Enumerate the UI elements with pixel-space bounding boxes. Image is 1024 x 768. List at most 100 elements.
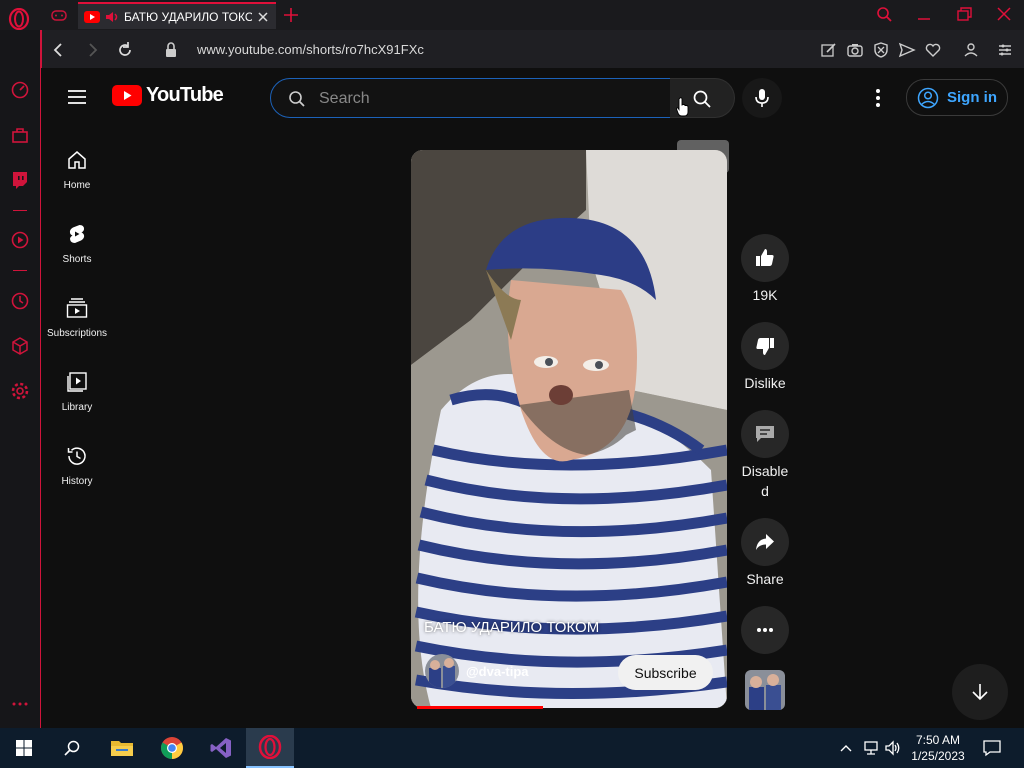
taskbar-clock[interactable]: 7:50 AM 1/25/2023 (906, 732, 970, 764)
history-clock-icon[interactable] (10, 291, 30, 311)
microphone-icon (755, 89, 769, 107)
close-window-button[interactable] (993, 5, 1015, 25)
speed-dial-icon[interactable] (10, 80, 30, 100)
thumbs-down-icon (756, 338, 774, 355)
search-button[interactable] (670, 78, 735, 118)
search-icon (693, 90, 711, 108)
more-options-button[interactable] (866, 86, 890, 110)
visual-studio-icon (210, 738, 231, 758)
subscriptions-icon (66, 298, 88, 318)
tab-youtube[interactable]: БАТЮ УДАРИЛО ТОКОМ (78, 2, 276, 29)
history-icon (67, 447, 86, 465)
opera-icon (258, 735, 282, 759)
sign-in-label: Sign in (947, 89, 997, 106)
more-dots-icon[interactable] (10, 699, 30, 709)
nav-label: Home (63, 180, 91, 191)
nav-label: Library (61, 402, 93, 413)
hand-cursor-icon (676, 97, 689, 117)
opera-app[interactable] (246, 728, 294, 768)
player-icon[interactable] (10, 230, 30, 250)
video-progress-bar[interactable] (417, 706, 543, 709)
new-tab-button[interactable] (281, 5, 301, 25)
sidebar-separator (13, 270, 27, 271)
youtube-logo-text: YouTube (146, 84, 224, 106)
heart-icon[interactable] (924, 41, 942, 59)
restore-button[interactable] (953, 5, 975, 25)
clock-date: 1/25/2023 (911, 749, 965, 763)
folder-icon (111, 741, 133, 756)
show-hidden-icons-chevron-icon[interactable] (838, 740, 854, 756)
nav-home[interactable]: Home (42, 144, 112, 210)
youtube-logo[interactable]: YouTube (112, 84, 224, 107)
camera-icon[interactable] (846, 41, 864, 59)
back-icon[interactable] (50, 41, 68, 59)
voice-search-button[interactable] (742, 78, 782, 118)
network-icon[interactable] (862, 739, 880, 757)
adblock-icon[interactable] (872, 41, 890, 59)
like-button[interactable] (741, 234, 789, 282)
nav-shorts[interactable]: Shorts (42, 218, 112, 284)
start-button[interactable] (0, 728, 48, 768)
shopping-icon[interactable] (10, 125, 30, 145)
subscribe-button[interactable]: Subscribe (618, 655, 713, 690)
send-icon[interactable] (898, 41, 916, 59)
hamburger-menu-icon[interactable] (66, 86, 88, 108)
forward-icon[interactable] (83, 41, 101, 59)
youtube-play-icon (112, 85, 142, 106)
address-bar[interactable]: www.youtube.com/shorts/ro7hcX91FXc (197, 42, 424, 57)
library-icon (67, 372, 87, 392)
nav-history[interactable]: History (42, 440, 112, 506)
nav-library[interactable]: Library (42, 366, 112, 432)
share-label: Share (746, 571, 784, 587)
channel-name[interactable]: @dva-tipa (466, 664, 529, 679)
edit-icon[interactable] (820, 41, 838, 59)
notifications-icon[interactable] (982, 738, 1002, 758)
arrow-down-icon (972, 684, 988, 701)
reload-icon[interactable] (116, 41, 134, 59)
search-box[interactable] (270, 78, 671, 118)
taskbar-search-button[interactable] (48, 728, 96, 768)
share-arrow-icon (756, 534, 774, 550)
nav-label: Subscriptions (46, 328, 108, 339)
file-explorer-app[interactable] (98, 728, 146, 768)
close-tab-icon[interactable] (257, 11, 269, 23)
search-tabs-icon[interactable] (873, 5, 895, 25)
channel-avatar[interactable] (425, 654, 459, 688)
volume-icon[interactable] (884, 739, 902, 757)
nav-subscriptions[interactable]: Subscriptions (42, 292, 112, 358)
speaker-icon[interactable] (105, 11, 119, 23)
extensions-cube-icon[interactable] (10, 336, 30, 356)
tab-title: БАТЮ УДАРИЛО ТОКОМ (124, 9, 252, 24)
share-button[interactable] (741, 518, 789, 566)
chrome-app[interactable] (148, 728, 196, 768)
settings-gear-icon[interactable] (10, 381, 30, 401)
minimize-button[interactable] (913, 5, 935, 25)
dislike-button[interactable] (741, 322, 789, 370)
nav-label: History (61, 476, 93, 487)
next-short-button[interactable] (952, 664, 1008, 720)
thumbs-up-icon (756, 249, 774, 266)
search-icon (289, 91, 305, 107)
sound-thumbnail[interactable] (745, 670, 785, 710)
easy-setup-icon[interactable] (996, 41, 1014, 59)
comments-button[interactable] (741, 410, 789, 458)
nav-label: Shorts (62, 254, 92, 265)
opera-menu-icon[interactable] (8, 8, 30, 30)
shorts-icon (69, 225, 85, 243)
lock-icon[interactable] (164, 41, 178, 59)
twitch-icon[interactable] (10, 170, 30, 190)
video-title[interactable]: БАТЮ УДАРИЛО ТОКОМ (424, 619, 599, 636)
youtube-favicon-icon (84, 10, 100, 23)
more-actions-button[interactable] (741, 606, 789, 654)
profile-icon[interactable] (962, 41, 980, 59)
like-count: 19K (752, 287, 778, 303)
gamepad-tab-icon[interactable] (50, 6, 68, 24)
account-icon (917, 87, 939, 108)
search-icon (64, 740, 80, 756)
comments-disabled-label-wrap: d (761, 483, 769, 499)
chrome-icon (161, 737, 183, 759)
search-input[interactable] (319, 88, 649, 110)
visual-studio-app[interactable] (197, 728, 245, 768)
comments-disabled-label: Disable (741, 463, 789, 479)
sign-in-button[interactable]: Sign in (906, 79, 1008, 116)
